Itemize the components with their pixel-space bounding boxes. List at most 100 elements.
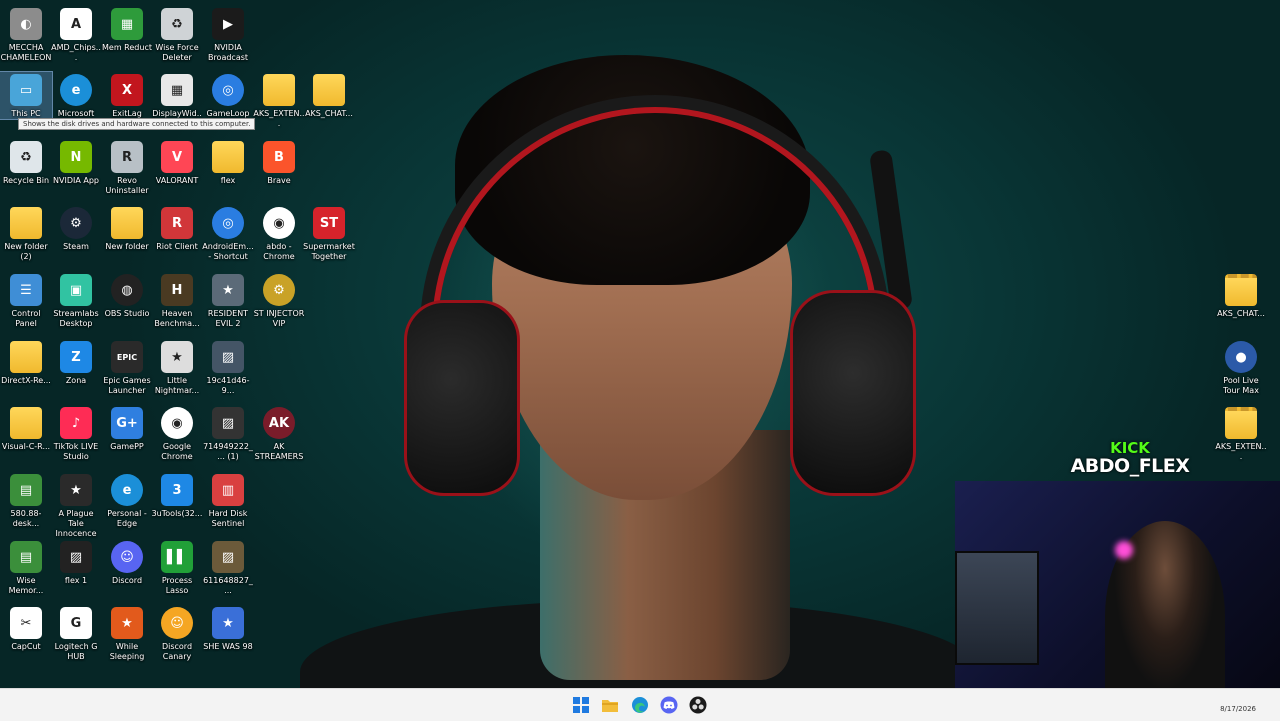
- desktop-icon[interactable]: ▦ Mem Reduct: [101, 6, 153, 53]
- desktop-icon[interactable]: ▌▌ Process Lasso: [151, 539, 203, 596]
- desktop-icon[interactable]: ▥ Hard Disk Sentinel: [202, 472, 254, 529]
- desktop-icon[interactable]: ▨ 714949222_... (1): [202, 405, 254, 462]
- folder-icon: [263, 74, 295, 106]
- desktop-icon[interactable]: G+ GamePP: [101, 405, 153, 452]
- desktop-icon[interactable]: ▭ This PC: [0, 71, 53, 120]
- desktop-icon[interactable]: ▨ flex 1: [50, 539, 102, 586]
- desktop-icon[interactable]: New folder (2): [0, 205, 52, 262]
- desktop-icon[interactable]: flex: [202, 139, 254, 186]
- desktop-icon-label: Process Lasso: [161, 576, 193, 595]
- chrome-icon: ◉: [263, 207, 295, 239]
- zip-folder-icon: [1225, 407, 1257, 439]
- desktop-icon[interactable]: ● Pool Live Tour Max: [1215, 339, 1267, 396]
- game-icon: ★: [60, 474, 92, 506]
- stream-overlay-name: KICK ABDO_FLEX: [1068, 440, 1192, 476]
- desktop-icon[interactable]: ▨ 611648827_...: [202, 539, 254, 596]
- desktop-icon[interactable]: AKS_EXTEN...: [253, 72, 305, 129]
- desktop-icon[interactable]: ◍ OBS Studio: [101, 272, 153, 319]
- desktop-icon[interactable]: ▤ 580.88-desk...: [0, 472, 52, 529]
- desktop-icon-label: Hard Disk Sentinel: [208, 509, 248, 528]
- nvidia-broadcast-icon: ▶: [212, 8, 244, 40]
- desktop-icon[interactable]: ▨ 19c41d46-9...: [202, 339, 254, 396]
- desktop-icon[interactable]: AKS_EXTEN...: [1215, 405, 1267, 462]
- desktop-icon[interactable]: ★ RESIDENT EVIL 2: [202, 272, 254, 329]
- desktop-icon[interactable]: ♻ Wise Force Deleter: [151, 6, 203, 63]
- desktop-icon[interactable]: ▶ NVIDIA Broadcast: [202, 6, 254, 63]
- desktop-icon[interactable]: G Logitech G HUB: [50, 605, 102, 662]
- desktop-icon-label: New folder: [105, 242, 149, 251]
- desktop-icon[interactable]: A AMD_Chips...: [50, 6, 102, 63]
- desktop-icon-label: Pool Live Tour Max: [1223, 376, 1259, 395]
- desktop-icon[interactable]: DirectX-Re...: [0, 339, 52, 386]
- desktop-icon[interactable]: ★ Little Nightmar...: [151, 339, 203, 396]
- gameloop-icon: ◎: [212, 74, 244, 106]
- desktop-icon[interactable]: V VALORANT: [151, 139, 203, 186]
- desktop-icon[interactable]: ♻ Recycle Bin: [0, 139, 52, 186]
- steam-gear-icon: ⚙: [263, 274, 295, 306]
- game-icon: ★: [111, 607, 143, 639]
- image-file-icon: ▨: [212, 407, 244, 439]
- desktop-icon[interactable]: R Revo Uninstaller: [101, 139, 153, 196]
- headphone-right-cup: [790, 290, 916, 496]
- desktop-icon[interactable]: ★ While Sleeping: [101, 605, 153, 662]
- desktop-icon[interactable]: H Heaven Benchma...: [151, 272, 203, 329]
- desktop-icon[interactable]: ◉ abdo - Chrome: [253, 205, 305, 262]
- desktop-icon[interactable]: ▤ Wise Memor...: [0, 539, 52, 596]
- start-icon[interactable]: [571, 695, 591, 715]
- desktop-icon[interactable]: ♪ TikTok LIVE Studio: [50, 405, 102, 462]
- desktop-icon-label: NVIDIA App: [53, 176, 99, 185]
- desktop-icon-label: OBS Studio: [104, 309, 150, 318]
- desktop-icon-label: DirectX-Re...: [1, 376, 51, 385]
- desktop-icon[interactable]: ◐ MECCHA CHAMELEON: [0, 6, 52, 63]
- folder-icon: [111, 207, 143, 239]
- discord-icon[interactable]: [659, 695, 679, 715]
- desktop-icon[interactable]: ◉ Google Chrome: [151, 405, 203, 462]
- chameleon-app-icon: ◐: [10, 8, 42, 40]
- desktop-icon[interactable]: EPIC Epic Games Launcher: [101, 339, 153, 396]
- desktop-icon[interactable]: AKS_CHAT...: [1215, 272, 1267, 319]
- desktop-icon-label: AKS_EXTEN...: [1215, 442, 1267, 461]
- recycle-bin-icon: ♻: [161, 8, 193, 40]
- emulator-icon: ◎: [212, 207, 244, 239]
- desktop-icon[interactable]: ☺ Discord: [101, 539, 153, 586]
- desktop-icon[interactable]: ST Supermarket Together: [303, 205, 355, 262]
- desktop-icon-label: Steam: [63, 242, 89, 251]
- folder-icon: [212, 141, 244, 173]
- webcam-monitor: [955, 551, 1039, 665]
- obs-icon[interactable]: [688, 695, 708, 715]
- riot-icon: R: [161, 207, 193, 239]
- desktop-icon[interactable]: 3 3uTools(32...: [151, 472, 203, 519]
- desktop-icon[interactable]: e Personal - Edge: [101, 472, 153, 529]
- desktop-icon[interactable]: AK AK STREAMERS: [253, 405, 305, 462]
- desktop-icon-label: CapCut: [11, 642, 41, 651]
- desktop-icon[interactable]: R Riot Client: [151, 205, 203, 252]
- desktop-icon[interactable]: X ExitLag: [101, 72, 153, 119]
- desktop-icon[interactable]: ◎ AndroidEm... - Shortcut: [202, 205, 254, 262]
- desktop-icon[interactable]: N NVIDIA App: [50, 139, 102, 186]
- webcam-overlay: [955, 481, 1280, 705]
- desktop-icon[interactable]: ☰ Control Panel: [0, 272, 52, 329]
- desktop-icon[interactable]: B Brave: [253, 139, 305, 186]
- computer-icon: ▭: [10, 74, 42, 106]
- file-explorer-icon[interactable]: [600, 695, 620, 715]
- desktop-icon-label: abdo - Chrome: [263, 242, 295, 261]
- desktop-icon[interactable]: Z Zona: [50, 339, 102, 386]
- desktop-icon[interactable]: ☺ Discord Canary: [151, 605, 203, 662]
- desktop-icon[interactable]: e Microsoft: [50, 72, 102, 119]
- desktop-icon[interactable]: Visual-C-R...: [0, 405, 52, 452]
- desktop-icon-label: Discord: [111, 576, 143, 585]
- desktop-icon-label: Zona: [65, 376, 87, 385]
- desktop-icon[interactable]: ▣ Streamlabs Desktop: [50, 272, 102, 329]
- process-lasso-icon: ▌▌: [161, 541, 193, 573]
- desktop-icon[interactable]: ★ SHE WAS 98: [202, 605, 254, 652]
- desktop-icon[interactable]: ⚙ Steam: [50, 205, 102, 252]
- desktop-icon[interactable]: AKS_CHAT...: [303, 72, 355, 119]
- desktop-icon[interactable]: ✂ CapCut: [0, 605, 52, 652]
- webcam-light: [1115, 541, 1133, 559]
- desktop-icon[interactable]: ⚙ ST INJECTOR VIP: [253, 272, 305, 329]
- image-file-icon: ▨: [212, 341, 244, 373]
- edge-icon[interactable]: [630, 695, 650, 715]
- desktop-icon[interactable]: ◎ GameLoop: [202, 72, 254, 119]
- desktop-icon[interactable]: ★ A Plague Tale Innocence: [50, 472, 102, 539]
- desktop-icon[interactable]: New folder: [101, 205, 153, 252]
